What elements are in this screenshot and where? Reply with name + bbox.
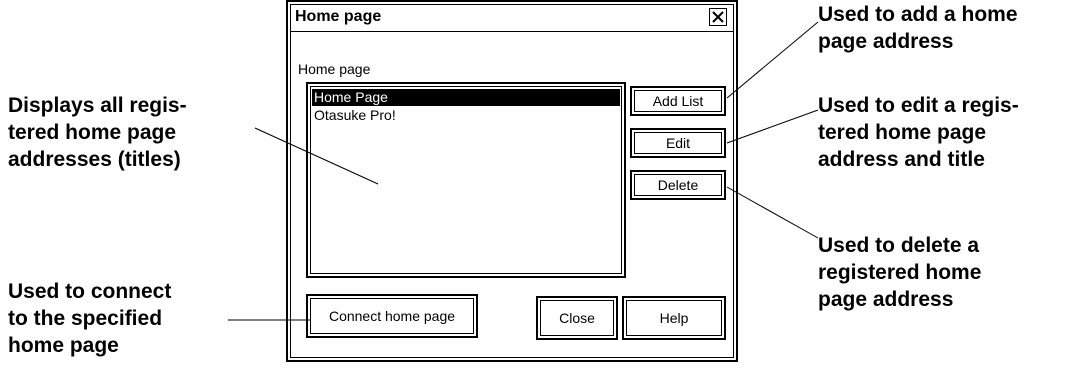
add-list-label: Add List (652, 93, 704, 109)
leader-line-add (726, 21, 819, 99)
close-label: Close (559, 310, 595, 326)
leader-line-edit (726, 109, 819, 144)
help-label: Help (659, 310, 689, 326)
leader-line-delete (726, 186, 819, 239)
connect-label: Connect home page (328, 308, 456, 324)
delete-label: Delete (657, 177, 699, 193)
leader-line-list (254, 127, 379, 185)
leader-lines (228, 21, 819, 321)
edit-label: Edit (665, 135, 691, 151)
